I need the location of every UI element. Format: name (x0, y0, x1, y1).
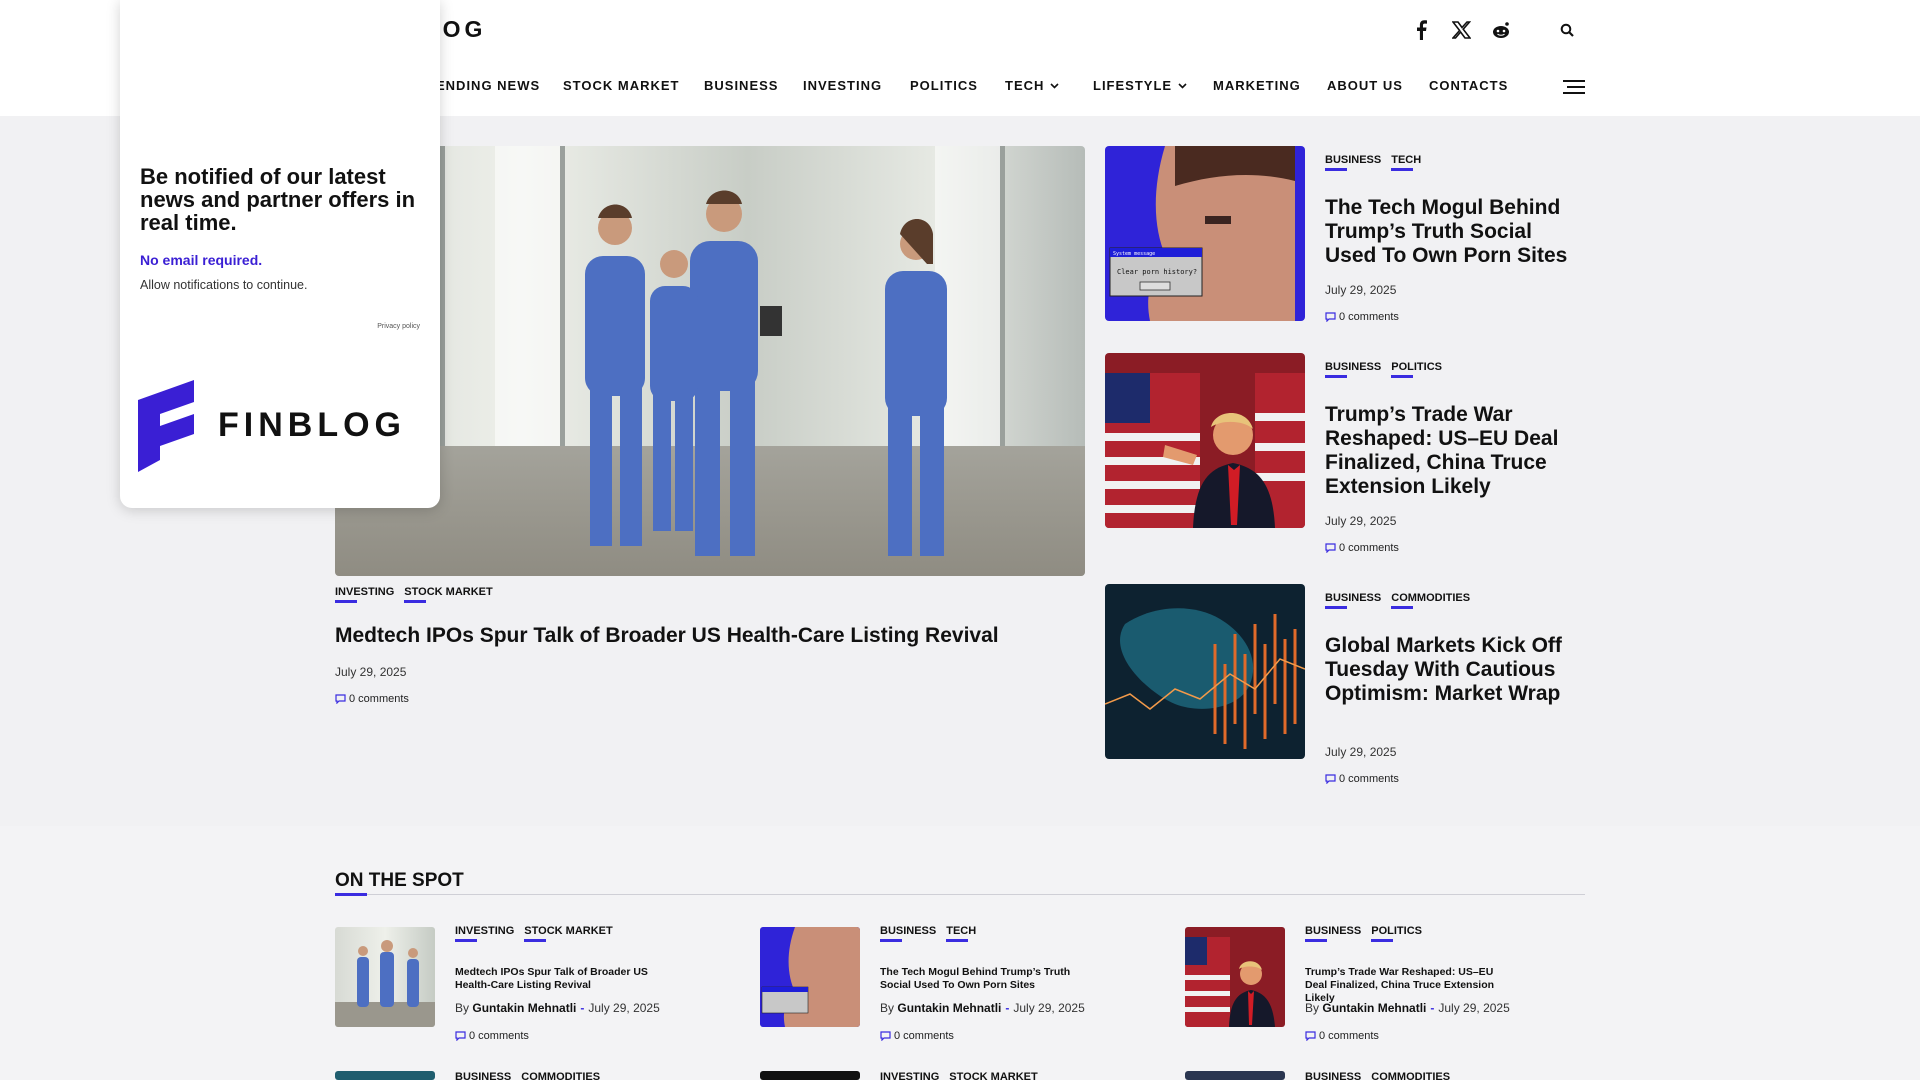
x-icon[interactable] (1449, 18, 1473, 42)
comment-icon (1325, 312, 1336, 322)
author-link[interactable]: Guntakin Mehnatli (472, 1001, 576, 1015)
spot-item-2-thumb[interactable] (760, 927, 860, 1027)
comment-icon (1325, 543, 1336, 553)
side-article-3-title[interactable]: Global Markets Kick Off Tuesday With Cau… (1325, 634, 1575, 706)
chevron-down-icon (1178, 82, 1187, 89)
hero-tags: INVESTING STOCK MARKET (335, 586, 493, 603)
spot-item-1-byline: By Guntakin Mehnatli - July 29, 2025 (455, 1001, 660, 1015)
tag-business[interactable]: BUSINESS (1305, 1071, 1361, 1080)
tag-stock-market[interactable]: STOCK MARKET (524, 925, 613, 942)
search-icon[interactable] (1555, 18, 1579, 42)
nav-item-lifestyle[interactable]: LIFESTYLE (1093, 78, 1187, 93)
comment-icon (1325, 774, 1336, 784)
spot-item-1-title[interactable]: Medtech IPOs Spur Talk of Broader US Hea… (455, 966, 665, 992)
spot-item-3-title[interactable]: Trump’s Trade War Reshaped: US–EU Deal F… (1305, 966, 1515, 1005)
on-the-spot-section (0, 826, 1920, 1080)
notification-popup[interactable]: Be notified of our latest news and partn… (120, 0, 440, 508)
nav-item-business[interactable]: BUSINESS (704, 78, 778, 93)
hero-article-date: July 29, 2025 (335, 665, 407, 679)
tag-politics[interactable]: POLITICS (1391, 361, 1442, 378)
spot-item-1-thumb[interactable] (335, 927, 435, 1027)
spot-item-4-thumb[interactable] (335, 1071, 435, 1080)
comment-icon (1305, 1031, 1316, 1041)
dialog-body-text: Clear porn history? (1117, 268, 1197, 276)
tag-politics[interactable]: POLITICS (1371, 925, 1422, 942)
side-article-2-title[interactable]: Trump’s Trade War Reshaped: US–EU Deal F… (1325, 403, 1575, 499)
hamburger-menu-icon[interactable] (1563, 78, 1585, 96)
tag-commodities[interactable]: COMMODITIES (1391, 592, 1470, 609)
comment-icon (880, 1031, 891, 1041)
reddit-icon[interactable] (1489, 18, 1513, 42)
tag-commodities[interactable]: COMMODITIES (1371, 1071, 1450, 1080)
spot-item-2-byline: By Guntakin Mehnatli - July 29, 2025 (880, 1001, 1085, 1015)
spot-item-2-title[interactable]: The Tech Mogul Behind Trump’s Truth Soci… (880, 966, 1090, 992)
popup-subtext: Allow notifications to continue. (140, 278, 308, 292)
side-article-3-image[interactable] (1105, 584, 1305, 759)
tag-commodities[interactable]: COMMODITIES (521, 1071, 600, 1080)
author-link[interactable]: Guntakin Mehnatli (1322, 1001, 1426, 1015)
nav-item-about-us[interactable]: ABOUT US (1327, 78, 1403, 93)
spot-item-6-thumb[interactable] (1185, 1071, 1285, 1080)
popup-logo-text: FINBLOG (218, 406, 406, 444)
side-article-2-comments[interactable]: 0 comments (1325, 542, 1399, 554)
tag-stock-market[interactable]: STOCK MARKET (949, 1071, 1037, 1080)
side-article-2-image[interactable] (1105, 353, 1305, 528)
spot-item-3-thumb[interactable] (1185, 927, 1285, 1027)
finblog-logo-icon (138, 380, 194, 472)
section-title: ON THE SPOT (335, 870, 464, 891)
popup-headline: Be notified of our latest news and partn… (140, 164, 416, 235)
tag-business[interactable]: BUSINESS (1325, 154, 1381, 171)
tag-business[interactable]: BUSINESS (455, 1071, 511, 1080)
tag-business[interactable]: BUSINESS (1305, 925, 1361, 942)
side-article-1-image[interactable]: System message Clear porn history? (1105, 146, 1305, 321)
tag-investing[interactable]: INVESTING (880, 1071, 939, 1080)
dialog-title-text: System message (1113, 251, 1155, 257)
tag-stock-market[interactable]: STOCK MARKET (404, 586, 493, 603)
tag-investing[interactable]: INVESTING (335, 586, 394, 603)
spot-item-3-byline: By Guntakin Mehnatli - July 29, 2025 (1305, 1001, 1510, 1015)
hero-article-comments[interactable]: 0 comments (335, 693, 409, 705)
author-link[interactable]: Guntakin Mehnatli (897, 1001, 1001, 1015)
popup-no-email-text: No email required. (140, 252, 263, 268)
nav-item-contacts[interactable]: CONTACTS (1429, 78, 1508, 93)
side-article-2-date: July 29, 2025 (1325, 514, 1397, 528)
tag-tech[interactable]: TECH (946, 925, 976, 942)
medical-staff-illustration (585, 190, 947, 556)
nav-item-politics[interactable]: POLITICS (910, 78, 978, 93)
spot-item-1-comments[interactable]: 0 comments (455, 1030, 529, 1042)
side-article-1-date: July 29, 2025 (1325, 283, 1397, 297)
nav-item-trending-news[interactable]: ENDING NEWS (436, 78, 540, 93)
tag-tech[interactable]: TECH (1391, 154, 1421, 171)
chevron-down-icon (1050, 82, 1059, 89)
tag-business[interactable]: BUSINESS (1325, 592, 1381, 609)
facebook-icon[interactable] (1409, 18, 1433, 42)
nav-item-stock-market[interactable]: STOCK MARKET (563, 78, 679, 93)
spot-item-5-thumb[interactable] (760, 1071, 860, 1080)
tag-business[interactable]: BUSINESS (1325, 361, 1381, 378)
side-article-1-comments[interactable]: 0 comments (1325, 311, 1399, 323)
privacy-policy-link[interactable]: Privacy policy (377, 323, 420, 330)
tag-investing[interactable]: INVESTING (455, 925, 514, 942)
hero-article-title[interactable]: Medtech IPOs Spur Talk of Broader US Hea… (335, 624, 999, 648)
nav-item-investing[interactable]: INVESTING (803, 78, 882, 93)
side-article-3-comments[interactable]: 0 comments (1325, 773, 1399, 785)
side-article-3-date: July 29, 2025 (1325, 745, 1397, 759)
nav-item-tech[interactable]: TECH (1005, 78, 1059, 93)
hero-article-image[interactable] (335, 146, 1085, 576)
spot-item-3-comments[interactable]: 0 comments (1305, 1030, 1379, 1042)
side-article-1-title[interactable]: The Tech Mogul Behind Trump’s Truth Soci… (1325, 196, 1575, 268)
nav-item-marketing[interactable]: MARKETING (1213, 78, 1301, 93)
tag-business[interactable]: BUSINESS (880, 925, 936, 942)
comment-icon (455, 1031, 466, 1041)
comment-icon (335, 694, 346, 704)
spot-item-2-comments[interactable]: 0 comments (880, 1030, 954, 1042)
